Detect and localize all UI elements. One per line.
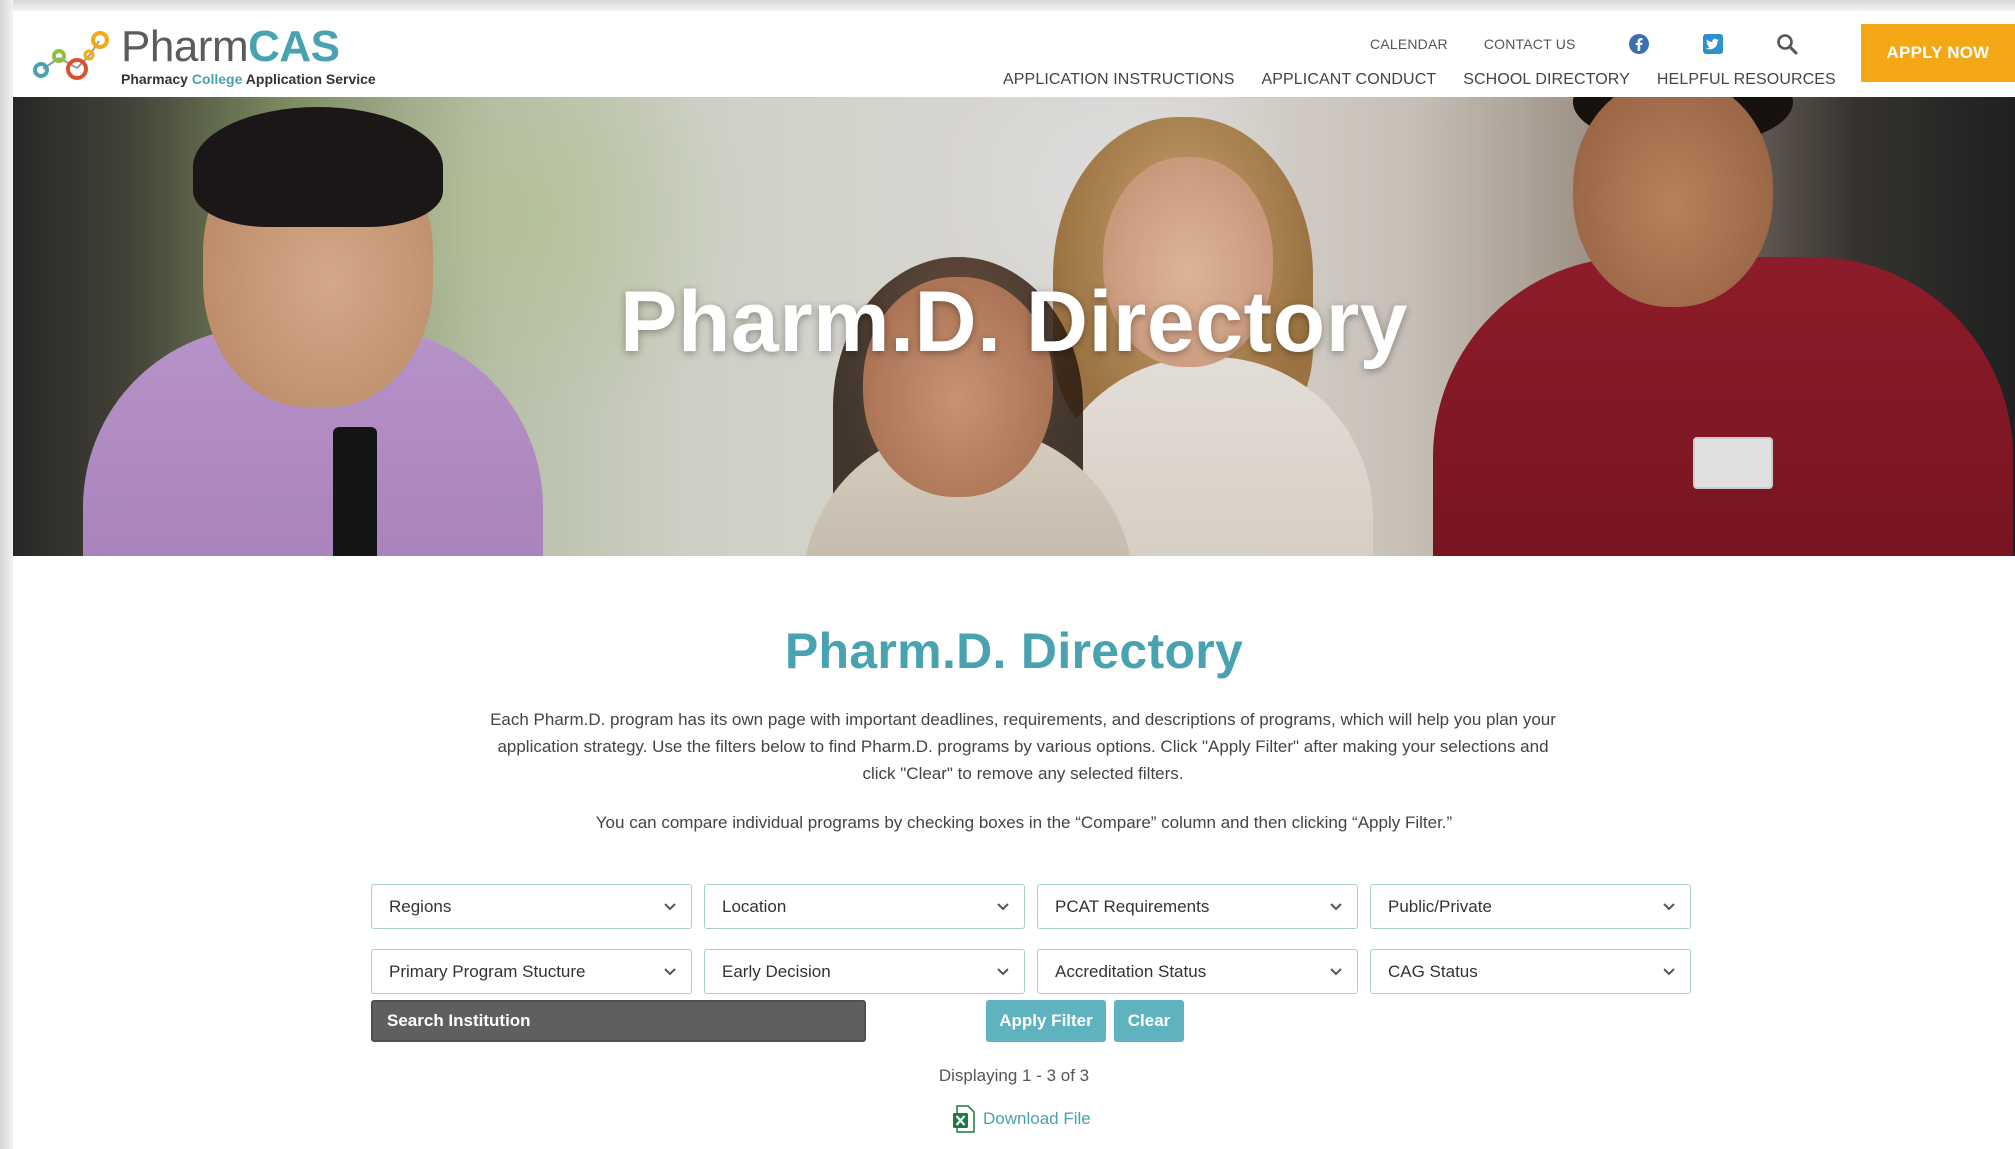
program-structure-select-label: Primary Program Stucture [389,961,586,981]
molecule-logo-icon [33,31,109,80]
chevron-down-icon [663,900,677,914]
logo-title-pharm: Pharm [121,22,249,71]
apply-filter-button[interactable]: Apply Filter [986,1000,1106,1042]
chevron-down-icon [1662,900,1676,914]
chevron-down-icon [996,965,1010,979]
facebook-icon[interactable] [1628,33,1650,55]
excel-file-icon [953,1105,975,1133]
clear-button[interactable]: Clear [1114,1000,1184,1042]
download-file-label: Download File [983,1109,1091,1128]
accreditation-status-select-label: Accreditation Status [1055,961,1207,981]
logo-wordmark: PharmCAS Pharmacy College Application Se… [121,25,376,88]
cag-status-select[interactable]: CAG Status [1370,949,1691,994]
results-count: Displaying 1 - 3 of 3 [938,1066,1090,1085]
pcat-requirements-select-label: PCAT Requirements [1055,896,1210,916]
public-private-select[interactable]: Public/Private [1370,884,1691,929]
nav-school-directory[interactable]: SCHOOL DIRECTORY [1463,71,1630,89]
pharmcas-logo[interactable]: PharmCAS Pharmacy College Application Se… [29,25,376,87]
logo-title-cas: CAS [248,22,340,71]
compare-note: You can compare individual programs by c… [595,813,1453,832]
location-select-label: Location [722,896,787,916]
regions-select[interactable]: Regions [371,884,692,929]
main-nav: APPLICATION INSTRUCTIONS APPLICANT CONDU… [1003,71,1863,89]
location-select[interactable]: Location [704,884,1025,929]
filter-panel: Regions Location PCAT Requirements Publi… [371,884,1705,1014]
window-frame-left [0,0,13,1149]
calendar-link[interactable]: CALENDAR [1370,36,1448,52]
search-icon[interactable] [1776,33,1798,55]
search-institution-input[interactable] [371,1000,866,1042]
filter-row-1: Regions Location PCAT Requirements Publi… [371,884,1705,929]
site-header: PharmCAS Pharmacy College Application Se… [13,11,2015,97]
program-structure-select[interactable]: Primary Program Stucture [371,949,692,994]
logo-subtitle-service: Application Service [245,71,376,87]
apply-now-button[interactable]: APPLY NOW [1861,24,2015,82]
logo-title: PharmCAS [121,25,376,69]
hero-banner: Pharm.D. Directory [13,97,2015,556]
contact-us-link[interactable]: CONTACT US [1484,36,1576,52]
chevron-down-icon [996,900,1010,914]
chevron-down-icon [1329,900,1343,914]
search-row: Apply Filter Clear [371,1000,1705,1042]
public-private-select-label: Public/Private [1388,896,1492,916]
chevron-down-icon [1662,965,1676,979]
early-decision-select[interactable]: Early Decision [704,949,1025,994]
nav-applicant-conduct[interactable]: APPLICANT CONDUCT [1261,71,1436,89]
page-title: Pharm.D. Directory [784,623,1244,679]
directory-content: Pharm.D. Directory Each Pharm.D. program… [13,556,2015,1149]
cag-status-select-label: CAG Status [1388,961,1478,981]
nav-application-instructions[interactable]: APPLICATION INSTRUCTIONS [1003,71,1234,89]
intro-paragraph: Each Pharm.D. program has its own page w… [490,710,1556,783]
logo-subtitle: Pharmacy College Application Service [121,71,376,87]
chevron-down-icon [1329,965,1343,979]
pcat-requirements-select[interactable]: PCAT Requirements [1037,884,1358,929]
utility-nav: CALENDAR CONTACT US [1370,33,1798,55]
nav-helpful-resources[interactable]: HELPFUL RESOURCES [1657,71,1836,89]
twitter-icon[interactable] [1702,33,1724,55]
hero-title: Pharm.D. Directory [619,274,1409,370]
regions-select-label: Regions [389,896,452,916]
accreditation-status-select[interactable]: Accreditation Status [1037,949,1358,994]
early-decision-select-label: Early Decision [722,961,831,981]
page: PharmCAS Pharmacy College Application Se… [13,11,2015,1149]
logo-subtitle-college: College [191,71,243,87]
download-file-link[interactable]: Download File [953,1105,1091,1133]
chevron-down-icon [663,965,677,979]
filter-row-2: Primary Program Stucture Early Decision … [371,949,1705,994]
window-frame-top [0,0,2015,11]
logo-subtitle-pharmacy: Pharmacy [121,71,188,87]
